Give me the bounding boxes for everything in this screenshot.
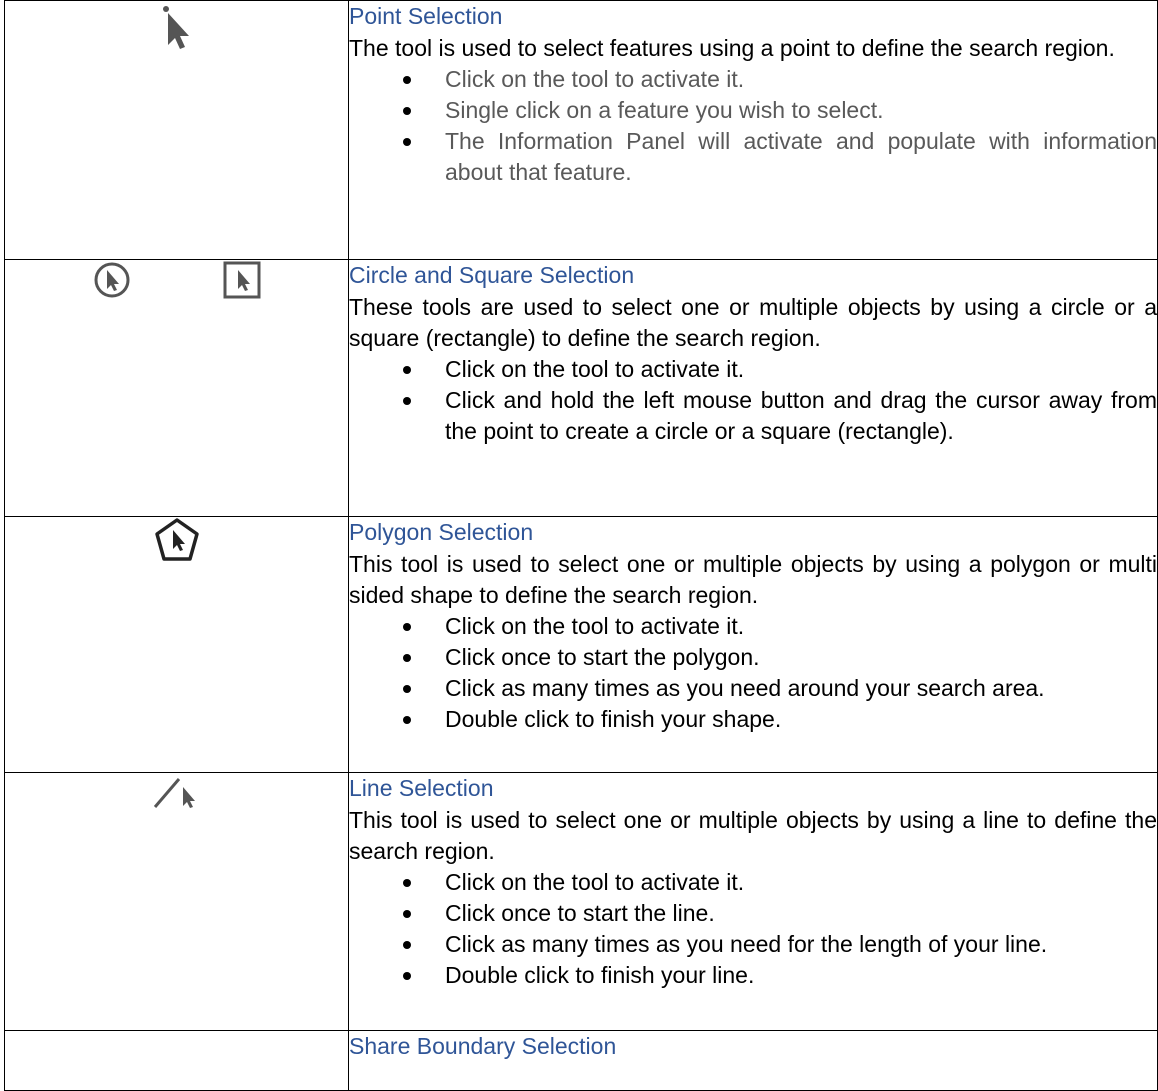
icon-cell [4,1030,349,1091]
list-item: Double click to finish your line. [403,960,1157,991]
square-select-icon [222,260,262,305]
table-row-line-selection: Line Selection This tool is used to sele… [4,772,1158,1031]
circle-select-icon [92,260,132,305]
list-item: Click as many times as you need for the … [403,929,1157,960]
text-cell: Line Selection This tool is used to sele… [348,772,1158,1031]
table-row-point-selection: Point Selection The tool is used to sele… [4,0,1158,260]
text-cell: Point Selection The tool is used to sele… [348,0,1158,260]
list-item: Click on the tool to activate it. [403,611,1157,642]
steps-list: Click on the tool to activate it. Click … [349,611,1157,735]
polygon-select-icon [154,517,200,568]
list-item: The Information Panel will activate and … [403,126,1157,188]
tool-description: This tool is used to select one or multi… [349,807,1157,864]
steps-list: Click on the tool to activate it. Click … [349,354,1157,447]
list-item: Click on the tool to activate it. [403,354,1157,385]
line-select-icon [149,773,205,818]
text-cell: Circle and Square Selection These tools … [348,259,1158,517]
point-select-icon [157,1,197,66]
tool-description: The tool is used to select features usin… [349,35,1115,61]
icon-cell [4,259,349,517]
text-cell: Share Boundary Selection [348,1030,1158,1091]
tool-title: Share Boundary Selection [349,1033,617,1059]
icon-cell [4,772,349,1031]
list-item: Double click to finish your shape. [403,704,1157,735]
list-item: Click on the tool to activate it. [403,867,1157,898]
tool-title: Point Selection [349,3,503,29]
table-row-circle-square-selection: Circle and Square Selection These tools … [4,259,1158,517]
tool-title: Circle and Square Selection [349,262,635,288]
table-row-share-boundary-selection: Share Boundary Selection [4,1030,1158,1091]
text-cell: Polygon Selection This tool is used to s… [348,516,1158,773]
tool-title: Polygon Selection [349,519,534,545]
tool-description: These tools are used to select one or mu… [349,294,1157,351]
list-item: Click and hold the left mouse button and… [403,385,1157,447]
icon-cell [4,516,349,773]
table-row-polygon-selection: Polygon Selection This tool is used to s… [4,516,1158,773]
list-item: Click as many times as you need around y… [403,673,1157,704]
steps-list: Click on the tool to activate it. Click … [349,867,1157,991]
list-item: Click on the tool to activate it. [403,64,1157,95]
tool-title: Line Selection [349,775,494,801]
list-item: Click once to start the line. [403,898,1157,929]
list-item: Click once to start the polygon. [403,642,1157,673]
icon-cell [4,0,349,260]
steps-list: Click on the tool to activate it. Single… [349,64,1157,188]
tool-description: This tool is used to select one or multi… [349,551,1157,608]
list-item: Single click on a feature you wish to se… [403,95,1157,126]
selection-tools-table: Point Selection The tool is used to sele… [4,0,1158,1091]
